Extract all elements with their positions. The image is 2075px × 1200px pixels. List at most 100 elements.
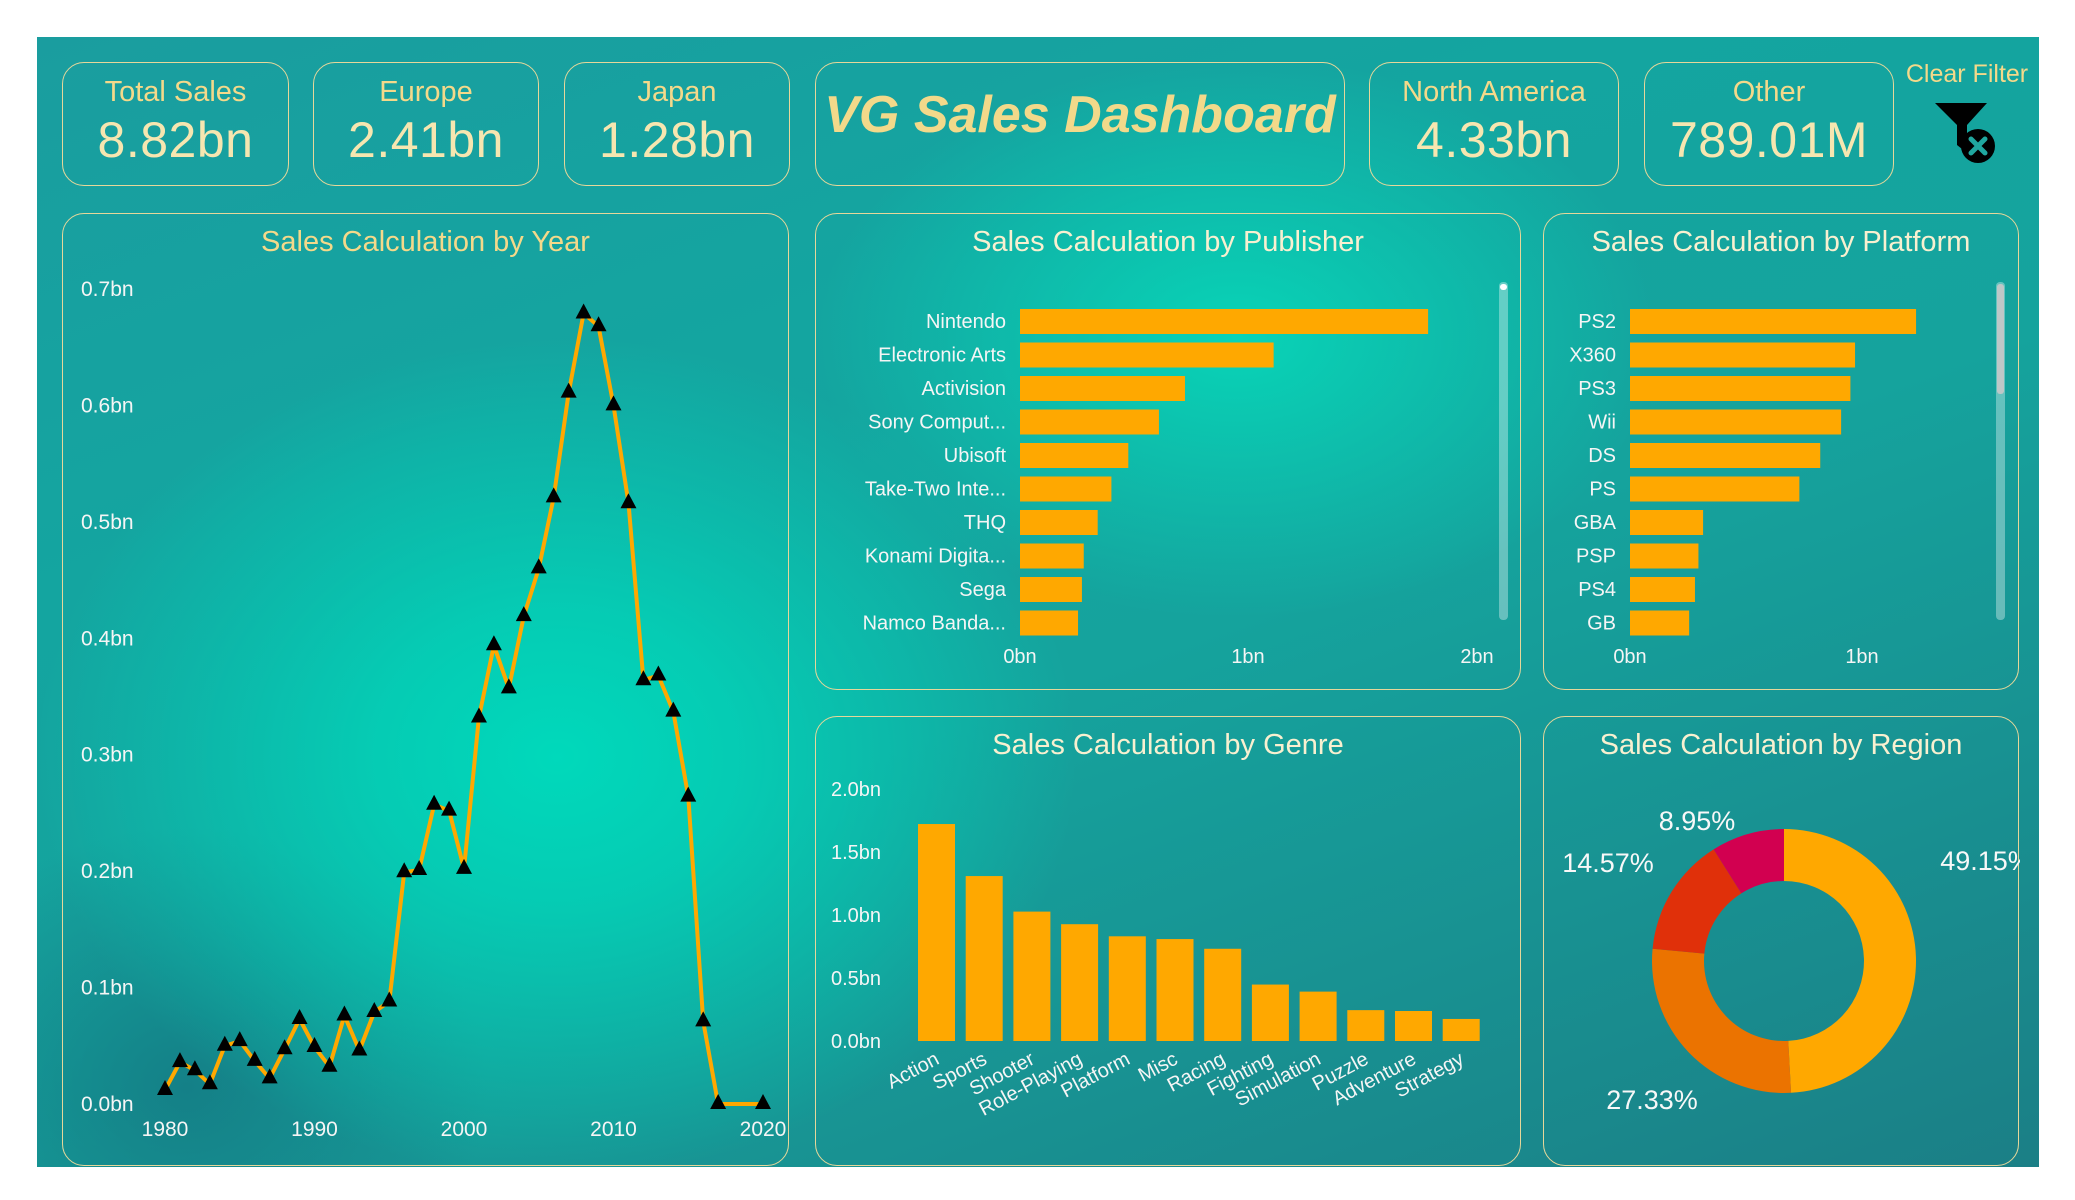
bar bbox=[1020, 510, 1098, 535]
bar bbox=[1061, 924, 1099, 1041]
category-label: GB bbox=[1587, 613, 1616, 635]
data-point-marker bbox=[650, 665, 667, 681]
x-tick-label: 1bn bbox=[1231, 646, 1264, 668]
filter-clear-icon[interactable] bbox=[1927, 95, 2007, 175]
data-point-marker bbox=[231, 1031, 248, 1047]
bar bbox=[1630, 577, 1695, 602]
category-label: THQ bbox=[964, 512, 1006, 534]
kpi-label: North America bbox=[1402, 76, 1586, 108]
kpi-value: 2.41bn bbox=[348, 112, 504, 168]
region-donut-chart[interactable]: 49.15% 27.33% 14.57%8.95% bbox=[1544, 717, 2020, 1167]
x-tick-label: 1bn bbox=[1845, 646, 1878, 668]
bar bbox=[1013, 911, 1051, 1041]
category-label: Electronic Arts bbox=[878, 345, 1006, 367]
genre-bar-chart[interactable]: 0.0bn0.5bn1.0bn1.5bn2.0bnActionSportsSho… bbox=[816, 717, 1522, 1167]
data-point-marker bbox=[411, 859, 428, 875]
data-point-marker bbox=[710, 1094, 727, 1109]
kpi-label: Japan bbox=[637, 76, 717, 108]
chart-panel-region: Sales Calculation by Region 49.15%27.33%… bbox=[1543, 716, 2020, 1167]
kpi-europe[interactable]: Europe 2.41bn bbox=[313, 62, 539, 186]
dashboard-title-card: VG Sales Dashboard bbox=[815, 62, 1345, 186]
data-point-marker bbox=[336, 1005, 353, 1021]
data-point-marker bbox=[500, 678, 517, 694]
bar bbox=[1395, 1011, 1432, 1041]
donut-slice bbox=[1784, 829, 1917, 1093]
chart-panel-genre: Sales Calculation by Genre 0.0bn 0.5bn 1.0… bbox=[815, 716, 1521, 1166]
category-label: Action bbox=[883, 1048, 942, 1094]
bar bbox=[1020, 476, 1112, 502]
data-point-marker bbox=[456, 858, 472, 874]
data-point-marker bbox=[695, 1011, 712, 1027]
category-label: PS4 bbox=[1578, 579, 1616, 601]
y-tick-label: 2.0bn bbox=[831, 779, 881, 801]
dashboard-title: VG Sales Dashboard bbox=[824, 86, 1336, 144]
y-tick-label: 1.5bn bbox=[831, 842, 881, 864]
platform-bar-chart[interactable]: PS2 X360 PS3 Wii DS PS GBA PSP PS4 GB 0bn 1bn bbox=[1544, 214, 2020, 691]
bar bbox=[1156, 939, 1194, 1041]
data-point-marker bbox=[470, 707, 487, 723]
bar bbox=[918, 824, 955, 1041]
kpi-value: 4.33bn bbox=[1416, 112, 1572, 168]
bar bbox=[1251, 984, 1289, 1041]
y-tick-label: 0.0bn bbox=[831, 1031, 881, 1053]
y-tick-label: 0.3bn bbox=[81, 744, 134, 767]
category-label: Nintendo bbox=[926, 311, 1006, 333]
slice-label: 49.15% bbox=[1940, 846, 2020, 876]
y-tick-label: 0.5bn bbox=[81, 511, 134, 534]
data-point-marker bbox=[426, 794, 443, 810]
y-tick-label: 0.6bn bbox=[81, 394, 134, 417]
chart-panel-publisher: Sales Calculation by Publisher Nintendo E… bbox=[815, 213, 1521, 690]
category-label: PSP bbox=[1576, 546, 1616, 568]
x-tick-label: 2000 bbox=[441, 1118, 488, 1141]
category-label: Konami Digita... bbox=[865, 546, 1006, 568]
x-tick-label: 0bn bbox=[1613, 646, 1646, 668]
clear-filter-button[interactable]: Clear Filter bbox=[1897, 60, 2037, 180]
bar bbox=[1630, 342, 1856, 368]
kpi-label: Total Sales bbox=[104, 76, 247, 108]
category-label: GBA bbox=[1574, 512, 1617, 534]
y-tick-label: 0.1bn bbox=[81, 977, 134, 1000]
year-line-chart[interactable]: 0.0bn 0.1bn 0.2bn 0.3bn 0.4bn 0.5bn 0.6bn 0.7bn… bbox=[63, 214, 790, 1167]
category-label: PS bbox=[1589, 479, 1616, 501]
slice-label: 14.57% bbox=[1562, 848, 1654, 878]
x-tick-label: 0bn bbox=[1003, 646, 1036, 668]
y-tick-label: 0.7bn bbox=[81, 278, 134, 301]
x-tick-label: 2020 bbox=[740, 1118, 787, 1141]
data-point-marker bbox=[680, 786, 697, 802]
category-label: DS bbox=[1588, 445, 1616, 467]
data-point-marker bbox=[291, 1009, 308, 1025]
scrollbar-thumb bbox=[1500, 284, 1507, 290]
kpi-north-america[interactable]: North America 4.33bn bbox=[1369, 62, 1619, 186]
bar bbox=[1347, 1010, 1385, 1041]
category-label: Activision bbox=[922, 378, 1006, 400]
bar bbox=[1630, 376, 1851, 401]
bar bbox=[1630, 443, 1821, 468]
bar bbox=[965, 876, 1003, 1041]
category-label: Sony Comput... bbox=[868, 412, 1006, 434]
bar bbox=[1630, 309, 1917, 334]
category-label: Ubisoft bbox=[944, 445, 1007, 467]
data-point-marker bbox=[755, 1094, 771, 1109]
bar bbox=[1204, 948, 1242, 1041]
kpi-other[interactable]: Other 789.01M bbox=[1644, 62, 1894, 186]
bar bbox=[1630, 476, 1800, 502]
x-tick-label: 2bn bbox=[1460, 646, 1493, 668]
category-label: X360 bbox=[1569, 345, 1616, 367]
y-tick-label: 0.0bn bbox=[81, 1093, 134, 1116]
x-tick-label: 1990 bbox=[291, 1118, 338, 1141]
kpi-total-sales[interactable]: Total Sales 8.82bn bbox=[62, 62, 289, 186]
data-point-marker bbox=[545, 487, 562, 503]
donut-slice bbox=[1652, 948, 1792, 1093]
bar bbox=[1630, 409, 1842, 435]
bar bbox=[1630, 543, 1699, 569]
slice-label: 27.33% bbox=[1606, 1085, 1698, 1115]
data-point-marker bbox=[485, 635, 502, 651]
bar bbox=[1442, 1018, 1480, 1041]
bar bbox=[1020, 376, 1185, 401]
kpi-japan[interactable]: Japan 1.28bn bbox=[564, 62, 790, 186]
bar bbox=[1630, 510, 1704, 535]
chart-panel-platform: Sales Calculation by Platform PS2 X360 PS3… bbox=[1543, 213, 2019, 690]
data-point-marker bbox=[351, 1040, 368, 1056]
bar bbox=[1108, 936, 1146, 1041]
publisher-bar-chart[interactable]: Nintendo Electronic Arts Activision Sony Co… bbox=[816, 214, 1522, 691]
